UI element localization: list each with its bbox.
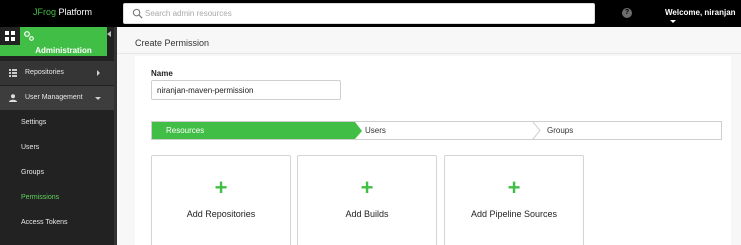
sidebar-item-label: Repositories	[25, 69, 64, 76]
name-field[interactable]	[151, 80, 341, 100]
step-label: Groups	[547, 126, 574, 135]
user-greeting: Welcome, niranjan	[665, 8, 736, 17]
step-users[interactable]: Users	[365, 122, 545, 139]
sidebar: Administration Repositories User Managem…	[0, 27, 114, 245]
chevron-down-icon	[670, 20, 676, 23]
sidebar-subitem-permissions[interactable]: Permissions	[21, 194, 59, 201]
wizard-steps: Resources Users Groups	[151, 121, 722, 140]
repositories-icon	[9, 69, 17, 77]
admin-band	[0, 45, 20, 56]
jfrog-logo[interactable]: JFrog Platform	[33, 7, 92, 17]
user-icon	[9, 94, 17, 102]
sidebar-item-label: User Management	[25, 94, 83, 101]
sidebar-item-repositories[interactable]: Repositories	[0, 61, 114, 85]
gears-icon	[24, 31, 34, 41]
add-builds-button[interactable]: + Add Builds	[297, 155, 437, 245]
top-bar: JFrog Platform ? Welcome, niranjan	[0, 0, 741, 27]
sidebar-subitem-groups[interactable]: Groups	[21, 169, 44, 176]
chevron-right-icon	[97, 70, 100, 76]
add-repositories-button[interactable]: + Add Repositories	[151, 155, 291, 245]
chevron-down-icon	[95, 97, 101, 100]
search-icon	[132, 8, 143, 19]
plus-icon: +	[360, 175, 374, 200]
search-box[interactable]	[123, 3, 595, 24]
step-arrow	[355, 122, 362, 139]
main-content: Create Permission Name Resources Users G…	[117, 27, 741, 245]
sidebar-item-user-management[interactable]: User Management	[0, 86, 114, 110]
step-label: Users	[365, 126, 386, 135]
step-label: Resources	[166, 126, 205, 135]
page-title: Create Permission	[135, 38, 210, 48]
step-separator	[532, 122, 541, 139]
sidebar-subitem-users[interactable]: Users	[21, 144, 39, 151]
sidebar-subitem-access-tokens[interactable]: Access Tokens	[21, 219, 68, 226]
name-label: Name	[151, 69, 173, 78]
step-groups[interactable]: Groups	[547, 122, 717, 139]
step-resources[interactable]: Resources	[152, 122, 362, 139]
sidebar-section-title: Administration	[20, 45, 107, 56]
plus-icon: +	[507, 175, 521, 200]
add-box-label: Add Pipeline Sources	[470, 209, 558, 219]
grid-icon[interactable]	[5, 31, 15, 41]
add-box-label: Add Builds	[345, 209, 389, 219]
sidebar-subitem-settings[interactable]: Settings	[21, 119, 46, 126]
admin-tab[interactable]	[20, 27, 107, 45]
brand-platform: Platform	[56, 7, 93, 17]
help-icon[interactable]: ?	[622, 8, 632, 18]
plus-icon: +	[214, 175, 228, 200]
user-menu[interactable]: Welcome, niranjan	[665, 8, 741, 26]
search-input[interactable]	[145, 6, 585, 21]
add-pipeline-sources-button[interactable]: + Add Pipeline Sources	[444, 155, 584, 245]
add-box-label: Add Repositories	[186, 209, 256, 219]
collapse-sidebar-icon[interactable]	[107, 31, 111, 37]
divider	[117, 53, 741, 54]
brand-jfrog: JFrog	[33, 7, 57, 17]
sidebar-module-tabs	[0, 27, 114, 45]
